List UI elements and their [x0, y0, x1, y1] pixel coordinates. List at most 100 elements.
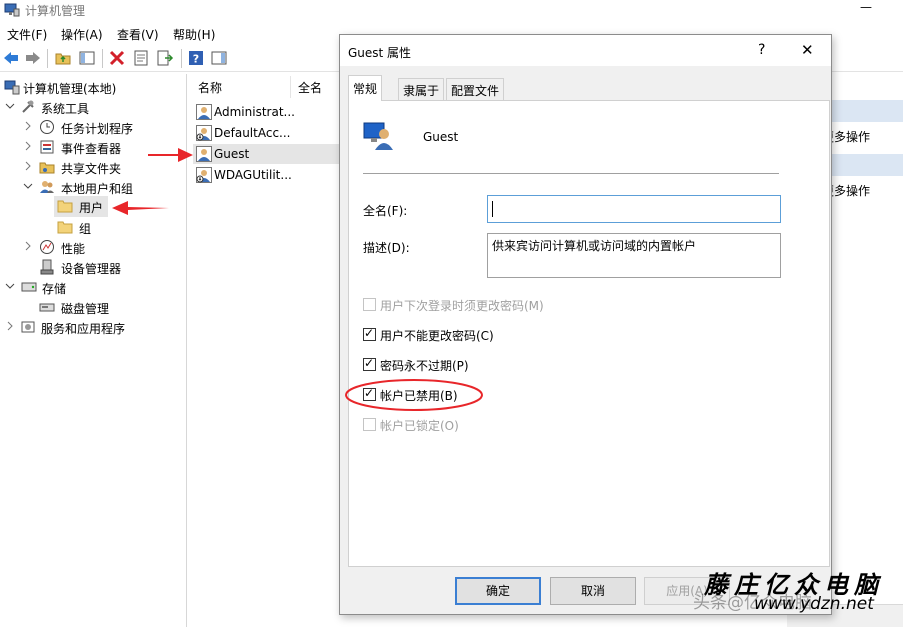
- user-name: Guest: [423, 130, 459, 144]
- chevron-down-icon[interactable]: [4, 100, 16, 112]
- clock-icon: [40, 120, 54, 134]
- tree-label: 服务和应用程序: [41, 322, 126, 336]
- tree-label: 组: [79, 222, 92, 236]
- text-caret: [492, 201, 493, 217]
- shared-folder-icon: [39, 162, 55, 174]
- list-item-label: Administrat...: [214, 105, 295, 119]
- disabled-user-icon: [196, 125, 212, 141]
- checkmark-icon: ✓: [364, 356, 375, 370]
- properties-icon[interactable]: [132, 49, 150, 67]
- users-group-icon: [40, 181, 54, 193]
- column-separator[interactable]: [290, 76, 291, 98]
- dialog-titlebar: Guest 属性 ? ✕: [340, 35, 831, 66]
- checkbox-label: 用户下次登录时须更改密码(M): [380, 299, 544, 313]
- tree-label: 存储: [42, 282, 67, 296]
- help-icon[interactable]: ?: [187, 49, 205, 67]
- show-action-pane-icon[interactable]: [210, 49, 228, 67]
- chevron-right-icon[interactable]: [22, 140, 34, 152]
- tree-label: 系统工具: [41, 102, 90, 116]
- user-icon: [363, 122, 393, 150]
- chevron-right-icon[interactable]: [22, 120, 34, 132]
- tree-label: 共享文件夹: [61, 162, 122, 176]
- toolbar-separator: [47, 49, 48, 68]
- checkbox-box[interactable]: ✓: [363, 326, 376, 341]
- column-header-name[interactable]: 名称: [198, 79, 222, 96]
- menu-view[interactable]: 查看(V): [117, 26, 159, 43]
- performance-icon: [40, 240, 54, 254]
- disk-icon: [39, 303, 55, 312]
- menu-file[interactable]: 文件(F): [7, 26, 47, 43]
- close-button[interactable]: ✕: [801, 41, 814, 59]
- checkbox-box[interactable]: ✓: [363, 386, 376, 401]
- computer-management-icon: [4, 3, 20, 17]
- chevron-down-icon[interactable]: [22, 180, 34, 192]
- chevron-right-icon[interactable]: [22, 160, 34, 172]
- event-viewer-icon: [40, 140, 54, 154]
- checkmark-icon: ✓: [364, 326, 375, 340]
- tree-label: 计算机管理(本地): [23, 82, 117, 96]
- tree-label: 性能: [61, 242, 86, 256]
- services-icon: [21, 321, 35, 333]
- list-item-user-selected[interactable]: Guest: [193, 144, 343, 164]
- checkbox-box: [363, 298, 376, 311]
- actions-pane: 更多操作 更多操作: [822, 74, 903, 627]
- export-list-icon[interactable]: [156, 49, 174, 67]
- tree-item-users[interactable]: 用户: [54, 196, 108, 217]
- list-item-user[interactable]: DefaultAcc...: [193, 123, 343, 143]
- cancel-button[interactable]: 取消: [550, 577, 636, 605]
- chevron-right-icon[interactable]: [22, 240, 34, 252]
- checkbox-box[interactable]: ✓: [363, 356, 376, 371]
- tools-icon: [22, 100, 34, 113]
- back-arrow-icon[interactable]: [2, 49, 20, 67]
- fullname-label: 全名(F):: [363, 204, 408, 218]
- computer-management-icon: [4, 80, 20, 95]
- menu-action[interactable]: 操作(A): [61, 26, 103, 43]
- app-titlebar: 计算机管理 —: [0, 0, 903, 22]
- tab-member-of[interactable]: 隶属于: [398, 78, 445, 100]
- list-item-label: Guest: [214, 147, 250, 161]
- description-label: 描述(D):: [363, 241, 410, 255]
- show-hide-tree-icon[interactable]: [78, 49, 96, 67]
- user-list: 名称 全名 Administrat... DefaultAcc... Guest…: [193, 74, 343, 627]
- user-account-icon: [196, 104, 212, 120]
- checkbox-label: 用户不能更改密码(C): [380, 329, 494, 343]
- checkmark-icon: ✓: [364, 386, 375, 400]
- minimize-button[interactable]: —: [860, 0, 872, 14]
- folder-icon: [57, 200, 73, 213]
- disabled-user-icon: [196, 167, 212, 183]
- app-title: 计算机管理: [25, 4, 86, 18]
- tab-general[interactable]: 常规: [348, 75, 383, 101]
- tree-label: 本地用户和组: [61, 182, 134, 196]
- up-folder-icon[interactable]: [54, 49, 72, 67]
- list-item-user[interactable]: WDAGUtilit...: [193, 165, 343, 185]
- list-item-label: WDAGUtilit...: [214, 168, 292, 182]
- navigation-tree: 计算机管理(本地) 系统工具 任务计划程序 事件查看器 共享文件夹 本地用户和组…: [0, 74, 187, 627]
- list-item-user[interactable]: Administrat...: [193, 102, 343, 122]
- column-header-fullname[interactable]: 全名: [298, 79, 322, 96]
- watermark-url: www.ydzn.net: [754, 594, 874, 614]
- fullname-input[interactable]: [487, 195, 781, 223]
- svg-text:?: ?: [193, 53, 199, 66]
- chevron-right-icon[interactable]: [4, 320, 16, 332]
- checkbox-label: 密码永不过期(P): [380, 359, 469, 373]
- actions-header: [830, 100, 903, 122]
- menu-help[interactable]: 帮助(H): [173, 26, 215, 43]
- tree-label: 用户: [79, 201, 104, 215]
- description-input[interactable]: 供来宾访问计算机或访问域的内置帐户: [487, 233, 781, 278]
- delete-icon[interactable]: [108, 49, 126, 67]
- user-account-icon: [196, 146, 212, 162]
- tree-label: 任务计划程序: [61, 122, 134, 136]
- guest-properties-dialog: Guest 属性 ? ✕ 常规 隶属于 配置文件 Guest 全名(F): 描述…: [339, 34, 832, 615]
- storage-icon: [21, 282, 37, 292]
- forward-arrow-icon[interactable]: [24, 49, 42, 67]
- chevron-down-icon[interactable]: [4, 280, 16, 292]
- tab-profile[interactable]: 配置文件: [446, 78, 505, 100]
- tree-label: 磁盘管理: [61, 302, 110, 316]
- ok-button[interactable]: 确定: [455, 577, 541, 605]
- help-button[interactable]: ?: [758, 42, 765, 58]
- list-item-label: DefaultAcc...: [214, 126, 291, 140]
- actions-header: [830, 154, 903, 176]
- divider: [363, 173, 779, 174]
- checkbox-label: 帐户已锁定(O): [380, 419, 459, 433]
- checkbox-box: [363, 418, 376, 431]
